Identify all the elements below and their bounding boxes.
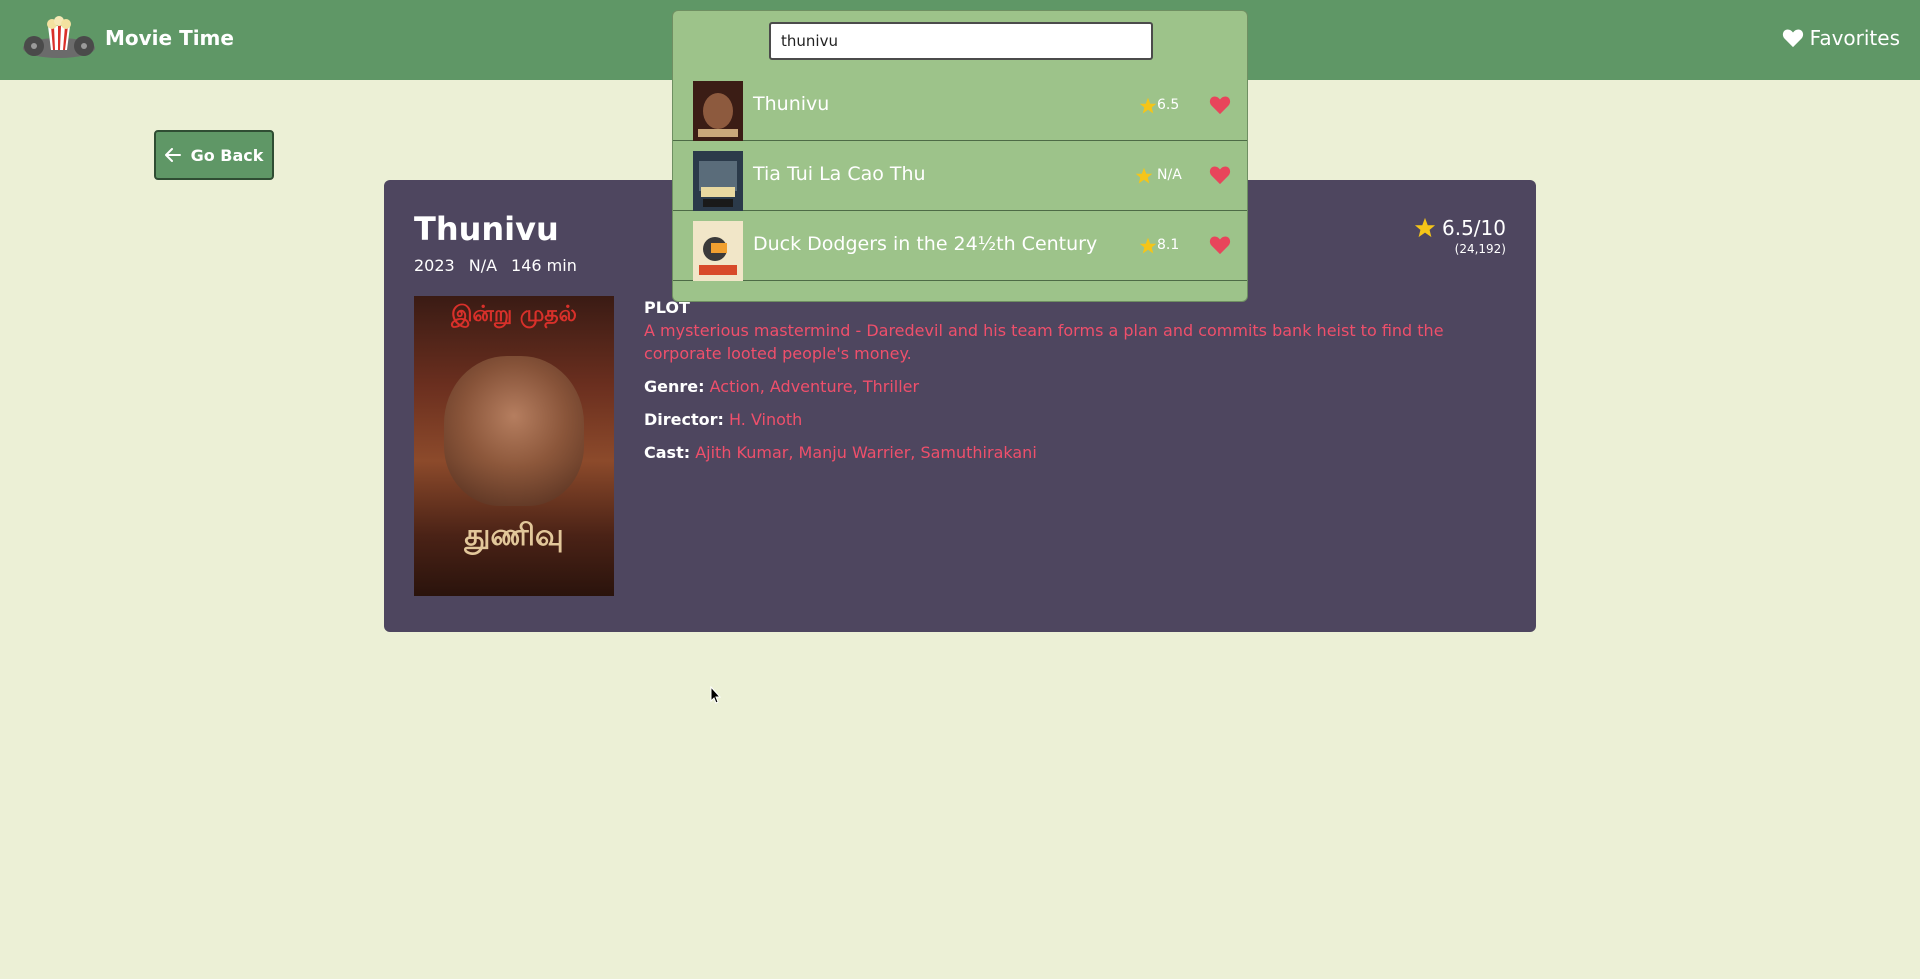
result-title: Duck Dodgers in the 24½th Century [753, 233, 1098, 255]
search-dropdown: Thunivu 6.5 Tia Tui La Cao Thu N/A [672, 10, 1248, 302]
cast-value: Ajith Kumar, Manju Warrier, Samuthirakan… [695, 443, 1037, 462]
director-label: Director: [644, 410, 724, 429]
cast-row: Cast: Ajith Kumar, Manju Warrier, Samuth… [644, 441, 1514, 464]
director-value: H. Vinoth [729, 410, 803, 429]
vote-count: (24,192) [1454, 242, 1506, 256]
director-row: Director: H. Vinoth [644, 408, 1514, 431]
star-icon [1139, 97, 1157, 114]
app-logo-icon[interactable] [20, 16, 98, 60]
arrow-left-icon [164, 148, 181, 162]
search-result-item[interactable]: Duck Dodgers in the 24½th Century 8.1 [673, 211, 1247, 281]
movie-rated: N/A [468, 256, 498, 275]
favorites-link[interactable]: Favorites [1782, 26, 1900, 50]
movie-details: PLOT A mysterious mastermind - Daredevil… [644, 296, 1514, 464]
heart-icon [1782, 29, 1803, 48]
result-thumbnail [693, 151, 743, 211]
movie-poster: இன்று முதல் துணிவு [414, 296, 614, 596]
heart-icon[interactable] [1209, 235, 1231, 255]
heart-icon[interactable] [1209, 165, 1231, 185]
movie-title: Thunivu [414, 210, 559, 248]
movie-meta: 2023 N/A 146 min [414, 256, 577, 275]
mouse-cursor-icon [710, 686, 722, 704]
result-title: Tia Tui La Cao Thu [753, 163, 926, 185]
genre-label: Genre: [644, 377, 705, 396]
result-title: Thunivu [753, 93, 830, 115]
rating-value: 6.5/10 [1442, 216, 1506, 240]
plot-text: A mysterious mastermind - Daredevil and … [644, 321, 1444, 363]
movie-year: 2023 [414, 256, 455, 275]
star-icon [1135, 167, 1153, 184]
heart-icon[interactable] [1209, 95, 1231, 115]
result-thumbnail [693, 221, 743, 281]
search-input[interactable] [769, 22, 1153, 60]
cast-label: Cast: [644, 443, 691, 462]
result-rating: 6.5 [1157, 97, 1180, 113]
go-back-label: Go Back [190, 145, 264, 165]
go-back-button[interactable]: Go Back [154, 130, 274, 180]
genre-value: Action, Adventure, Thriller [709, 377, 920, 396]
genre-row: Genre: Action, Adventure, Thriller [644, 375, 1514, 398]
star-icon [1139, 237, 1157, 254]
favorites-label: Favorites [1809, 26, 1900, 50]
result-rating: 8.1 [1157, 237, 1180, 253]
search-result-item[interactable]: Tia Tui La Cao Thu N/A [673, 141, 1247, 211]
result-rating: N/A [1157, 167, 1182, 183]
movie-rating: 6.5/10 (24,192) [1414, 216, 1506, 256]
app-title[interactable]: Movie Time [105, 26, 234, 50]
star-icon [1414, 217, 1436, 238]
movie-runtime: 146 min [511, 256, 577, 275]
result-thumbnail [693, 81, 743, 141]
search-result-item[interactable]: Thunivu 6.5 [673, 71, 1247, 141]
